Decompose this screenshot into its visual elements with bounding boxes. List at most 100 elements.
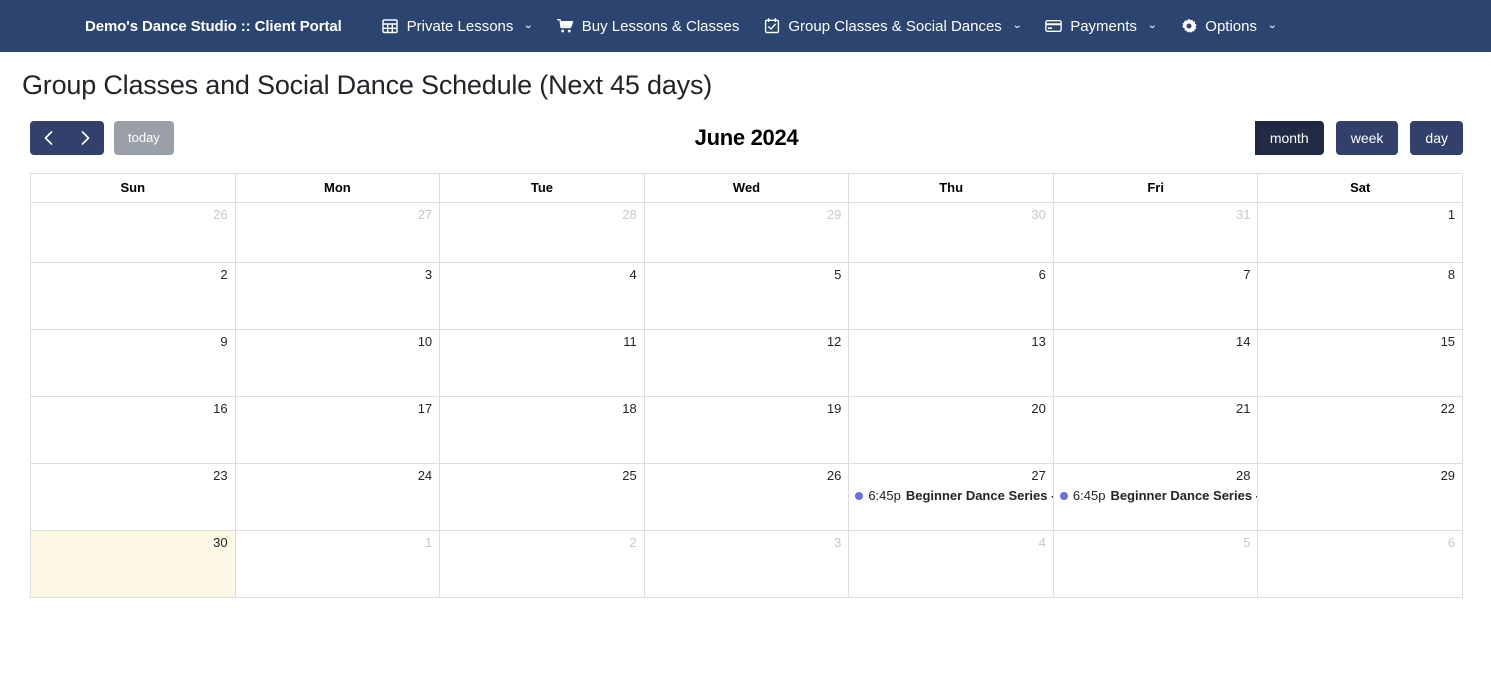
today-button[interactable]: today xyxy=(114,121,174,155)
calendar-day-header-sat: Sat xyxy=(1258,174,1464,202)
calendar-day-cell[interactable]: 28 xyxy=(440,203,645,262)
calendar-day-cell[interactable]: 27 6:45p Beginner Dance Series - xyxy=(849,464,1054,530)
calendar-day-number: 2 xyxy=(629,535,637,550)
calendar-day-cell[interactable]: 30 xyxy=(31,531,236,597)
calendar-day-cell[interactable]: 22 xyxy=(1258,397,1464,463)
calendar-day-number: 30 xyxy=(1031,207,1046,222)
calendar-day-number: 11 xyxy=(623,334,637,349)
calendar-day-cell[interactable]: 4 xyxy=(849,531,1054,597)
calendar-table-icon xyxy=(382,18,399,35)
calendar-day-number: 28 xyxy=(622,207,637,222)
view-week-button[interactable]: week xyxy=(1335,121,1399,155)
calendar-week-row: 23 24 25 26 27 6:45p Beginner Dance Series -28… xyxy=(31,464,1464,531)
calendar-day-cell[interactable]: 8 xyxy=(1258,263,1464,329)
calendar-day-cell[interactable]: 7 xyxy=(1053,263,1259,329)
calendar-day-number: 8 xyxy=(1447,267,1456,282)
calendar-day-events: 6:45p Beginner Dance Series - xyxy=(849,484,1053,505)
calendar-day-number: 7 xyxy=(1243,267,1251,282)
next-month-button[interactable] xyxy=(67,121,104,155)
calendar-day-cell[interactable]: 17 xyxy=(235,397,441,463)
calendar-day-cell[interactable]: 19 xyxy=(644,397,850,463)
calendar-day-cell[interactable]: 11 xyxy=(440,330,645,396)
calendar-day-cell[interactable]: 26 xyxy=(644,464,850,530)
calendar-day-cell[interactable]: 26 xyxy=(31,203,236,262)
calendar-day-number: 17 xyxy=(417,401,433,416)
chevron-down-icon: ⌄ xyxy=(1266,20,1278,31)
calendar-day-number: 21 xyxy=(1236,401,1251,416)
calendar-week-row: 26 27 28 29 30 31 1 xyxy=(31,203,1464,263)
calendar-day-number: 26 xyxy=(826,468,842,483)
nav-item-payments[interactable]: Payments ⌄ xyxy=(1033,12,1168,41)
chevron-left-icon xyxy=(44,131,53,145)
calendar-event[interactable]: 6:45p Beginner Dance Series - xyxy=(849,487,1053,505)
calendar-day-cell[interactable]: 3 xyxy=(235,263,441,329)
calendar-day-number: 5 xyxy=(1243,535,1251,550)
nav-item-private-lessons[interactable]: Private Lessons ⌄ xyxy=(370,12,545,41)
calendar-day-number: 31 xyxy=(1236,207,1251,222)
calendar-day-cell[interactable]: 30 xyxy=(849,203,1054,262)
calendar-day-cell[interactable]: 1 xyxy=(235,531,441,597)
event-time: 6:45p xyxy=(1072,488,1106,503)
prev-month-button[interactable] xyxy=(30,121,67,155)
calendar-day-cell[interactable]: 31 xyxy=(1053,203,1259,262)
calendar-day-cell[interactable]: 14 xyxy=(1053,330,1259,396)
view-month-button[interactable]: month xyxy=(1254,121,1324,155)
nav-item-options[interactable]: Options ⌄ xyxy=(1168,12,1288,41)
calendar-day-number: 2 xyxy=(220,267,228,282)
calendar-day-number: 27 xyxy=(1031,468,1046,483)
view-day-button[interactable]: day xyxy=(1410,121,1463,155)
calendar-day-cell[interactable]: 28 6:45p Beginner Dance Series - xyxy=(1053,464,1259,530)
calendar-day-cell[interactable]: 2 xyxy=(440,531,645,597)
calendar-day-cell[interactable]: 29 xyxy=(1258,464,1464,530)
nav-item-label: Private Lessons xyxy=(406,17,514,35)
calendar-event[interactable]: 6:45p Beginner Dance Series - xyxy=(1054,487,1258,505)
event-title: Beginner Dance Series - xyxy=(1110,488,1258,503)
nav-item-label: Group Classes & Social Dances xyxy=(788,17,1002,35)
calendar-day-cell[interactable]: 6 xyxy=(849,263,1054,329)
calendar-day-cell[interactable]: 15 xyxy=(1258,330,1464,396)
calendar-day-cell[interactable]: 10 xyxy=(235,330,441,396)
calendar-day-number: 18 xyxy=(622,401,637,416)
calendar-week-row: 16 17 18 19 20 21 22 xyxy=(31,397,1464,464)
calendar-day-cell[interactable]: 5 xyxy=(1053,531,1259,597)
calendar-day-cell[interactable]: 16 xyxy=(31,397,236,463)
calendar-day-header-fri: Fri xyxy=(1054,174,1259,202)
calendar-day-number: 25 xyxy=(622,468,637,483)
chevron-down-icon: ⌄ xyxy=(1011,20,1023,31)
calendar-day-number: 29 xyxy=(1440,468,1456,483)
calendar-day-cell[interactable]: 2 xyxy=(31,263,236,329)
calendar-day-cell[interactable]: 13 xyxy=(849,330,1054,396)
calendar-day-cell[interactable]: 20 xyxy=(849,397,1054,463)
calendar-day-cell[interactable]: 21 xyxy=(1053,397,1259,463)
calendar-day-cell[interactable]: 27 xyxy=(235,203,441,262)
calendar-day-number: 1 xyxy=(424,535,433,550)
calendar-day-events: 6:45p Beginner Dance Series - xyxy=(1054,484,1258,505)
month-calendar: Sun Mon Tue Wed Thu Fri Sat 26 27 28 29 30 31 1 2 3 4 5 6… xyxy=(30,173,1464,598)
calendar-day-cell[interactable]: 4 xyxy=(440,263,645,329)
calendar-day-cell[interactable]: 6 xyxy=(1258,531,1464,597)
calendar-day-cell[interactable]: 24 xyxy=(235,464,441,530)
brand-title[interactable]: Demo's Dance Studio :: Client Portal xyxy=(85,18,342,35)
calendar-day-header-mon: Mon xyxy=(236,174,441,202)
nav-item-group-classes-social-dances[interactable]: Group Classes & Social Dances ⌄ xyxy=(751,12,1033,41)
event-dot-icon xyxy=(1059,492,1068,500)
event-dot-icon xyxy=(855,492,864,500)
event-title: Beginner Dance Series - xyxy=(905,488,1053,503)
calendar-day-cell[interactable]: 1 xyxy=(1258,203,1464,262)
nav-item-label: Buy Lessons & Classes xyxy=(581,17,740,35)
calendar-day-cell[interactable]: 5 xyxy=(644,263,850,329)
nav-item-buy-lessons-classes[interactable]: Buy Lessons & Classes xyxy=(545,12,752,41)
calendar-day-cell[interactable]: 25 xyxy=(440,464,645,530)
calendar-day-cell[interactable]: 18 xyxy=(440,397,645,463)
calendar-day-cell[interactable]: 23 xyxy=(31,464,236,530)
calendar-day-number: 30 xyxy=(213,535,228,550)
calendar-day-number: 13 xyxy=(1031,334,1046,349)
calendar-day-cell[interactable]: 3 xyxy=(644,531,850,597)
calendar-toolbar: today June 2024 month week day xyxy=(30,117,1463,159)
calendar-day-number: 5 xyxy=(834,267,842,282)
toolbar-right-group: month week day xyxy=(1254,121,1463,155)
calendar-day-cell[interactable]: 9 xyxy=(31,330,236,396)
calendar-day-cell[interactable]: 12 xyxy=(644,330,850,396)
calendar-day-cell[interactable]: 29 xyxy=(644,203,850,262)
calendar-day-number: 29 xyxy=(826,207,842,222)
